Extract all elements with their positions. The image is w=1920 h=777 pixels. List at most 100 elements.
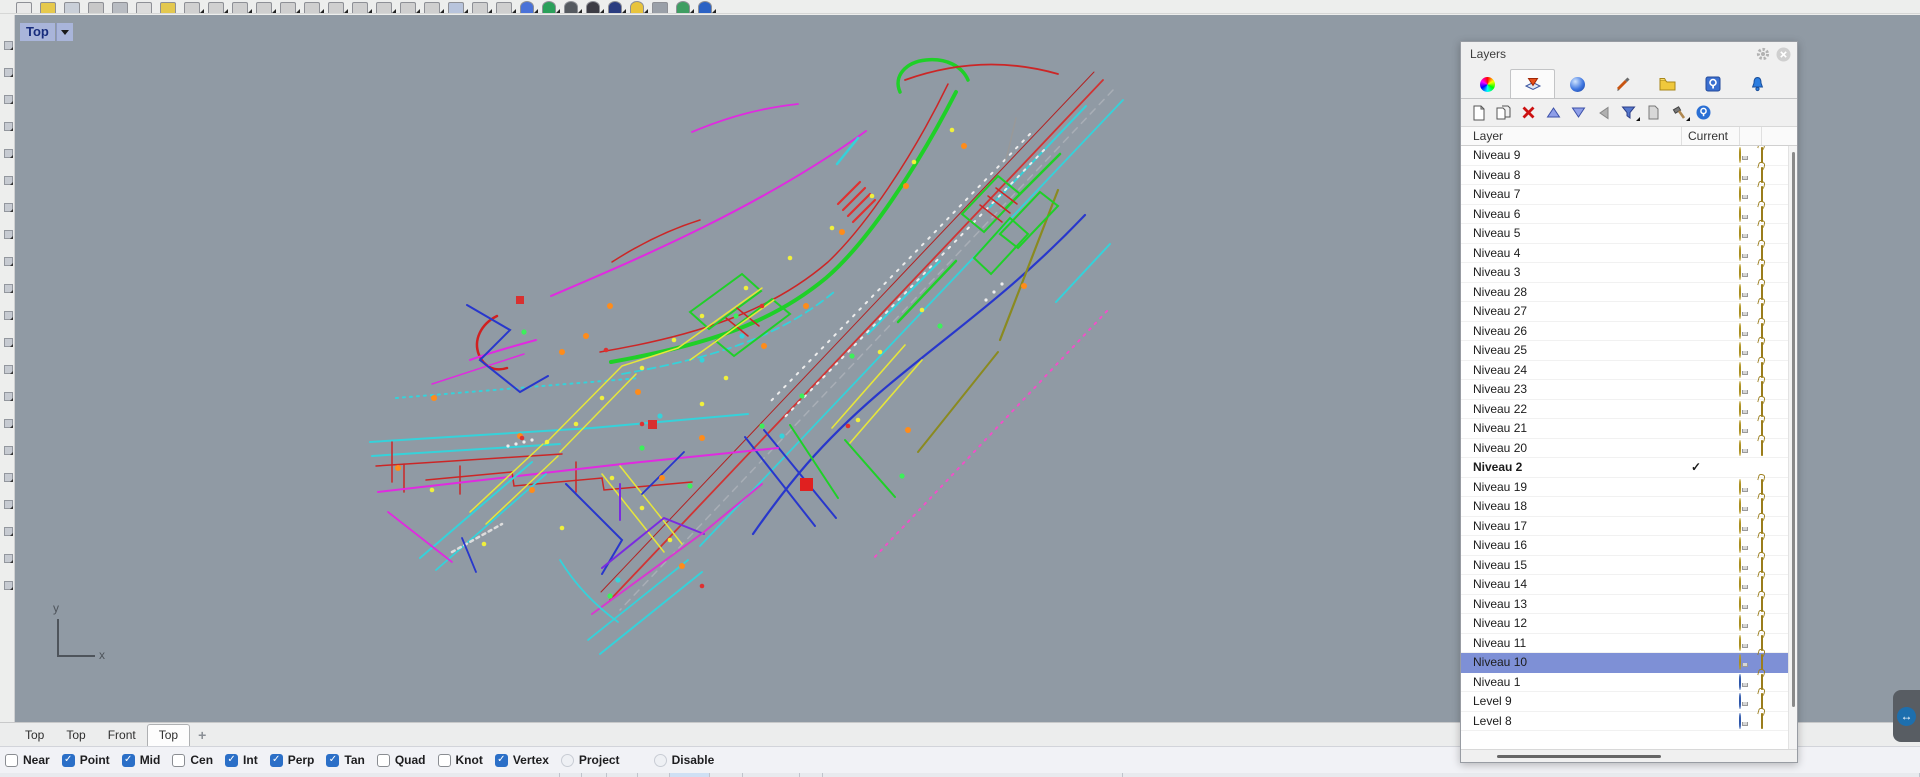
layer-visibility-bulb-icon[interactable] <box>1739 576 1741 593</box>
layer-visibility-bulb-icon[interactable] <box>1739 439 1741 456</box>
layer-visibility-bulb-icon[interactable] <box>1739 205 1741 222</box>
layer-name[interactable]: Niveau 10 <box>1461 655 1681 669</box>
layer-name[interactable]: Niveau 28 <box>1461 285 1681 299</box>
left-toolbar-icon[interactable] <box>4 311 13 320</box>
checkbox-knot[interactable] <box>437 753 451 767</box>
layer-name[interactable]: Niveau 14 <box>1461 577 1681 591</box>
shaded-view-icon[interactable] <box>520 1 538 13</box>
tab-folder[interactable] <box>1645 69 1690 98</box>
layer-row[interactable]: Niveau 6 <box>1461 205 1797 224</box>
layer-name[interactable]: Niveau 25 <box>1461 343 1681 357</box>
teamviewer-edge-tab[interactable]: ↔ <box>1893 690 1920 742</box>
layer-row[interactable]: Niveau 25 <box>1461 341 1797 361</box>
layer-visibility-bulb-icon[interactable] <box>1739 186 1741 203</box>
new-file-icon[interactable] <box>16 2 32 13</box>
layer-visibility-bulb-icon[interactable] <box>1739 654 1741 671</box>
rotate-icon[interactable] <box>328 2 348 13</box>
layer-row[interactable]: Niveau 26 <box>1461 322 1797 341</box>
layer-visibility-bulb-icon[interactable] <box>1739 166 1741 183</box>
layer-row[interactable]: Niveau 24 <box>1461 361 1797 380</box>
mirror-icon[interactable] <box>376 2 396 13</box>
viewport-tab-top-0[interactable]: Top <box>14 725 55 746</box>
checkbox-int[interactable]: ✓ <box>225 753 239 767</box>
checkbox-cen[interactable] <box>172 753 186 767</box>
layer-row[interactable]: Niveau 4 <box>1461 244 1797 263</box>
layer-name[interactable]: Niveau 12 <box>1461 616 1681 630</box>
copy-icon[interactable] <box>136 2 152 13</box>
scrollbar-thumb[interactable] <box>1792 152 1795 707</box>
tab-layers[interactable] <box>1510 69 1555 98</box>
layer-row[interactable]: Niveau 12 <box>1461 614 1797 634</box>
add-viewport-tab-button[interactable]: + <box>190 725 214 746</box>
layer-name[interactable]: Level 9 <box>1461 694 1681 708</box>
left-toolbar-icon[interactable] <box>4 176 13 185</box>
layer-tools-icon[interactable] <box>1669 104 1690 122</box>
layer-name[interactable]: Niveau 26 <box>1461 324 1681 338</box>
checkbox-mid[interactable]: ✓ <box>121 753 135 767</box>
layer-row[interactable]: Niveau 11 <box>1461 634 1797 653</box>
checkbox-perp[interactable]: ✓ <box>269 753 283 767</box>
layer-row[interactable]: Niveau 19 <box>1461 478 1797 497</box>
layer-row[interactable]: Niveau 10 <box>1461 653 1797 673</box>
checkbox-tan[interactable]: ✓ <box>326 753 340 767</box>
layer-name[interactable]: Niveau 16 <box>1461 538 1681 552</box>
left-toolbar-icon[interactable] <box>4 500 13 509</box>
viewport-tab-front-2[interactable]: Front <box>97 725 147 746</box>
current-layer-check[interactable]: ✓ <box>1681 460 1739 474</box>
layer-visibility-bulb-icon[interactable] <box>1739 615 1741 632</box>
rendered-view-icon[interactable] <box>542 1 560 13</box>
layer-visibility-bulb-icon[interactable] <box>1739 693 1741 710</box>
trim-icon[interactable] <box>424 2 444 13</box>
vertical-scrollbar[interactable] <box>1788 146 1797 749</box>
collapse-icon[interactable] <box>1594 104 1613 122</box>
left-toolbar-icon[interactable] <box>4 284 13 293</box>
left-toolbar-icon[interactable] <box>4 95 13 104</box>
left-toolbar-icon[interactable] <box>4 365 13 374</box>
match-layer-icon[interactable] <box>1644 104 1663 122</box>
move-icon[interactable] <box>304 2 324 13</box>
viewport-menu-caret[interactable] <box>55 23 73 41</box>
layer-visibility-bulb-icon[interactable] <box>1739 283 1741 300</box>
left-toolbar-icon[interactable] <box>4 527 13 536</box>
layer-name[interactable]: Niveau 6 <box>1461 207 1681 221</box>
filter-icon[interactable] <box>1619 104 1640 122</box>
osnap-disable[interactable]: Disable <box>653 753 714 767</box>
left-toolbar-icon[interactable] <box>4 473 13 482</box>
checkbox-point[interactable]: ✓ <box>61 753 75 767</box>
layer-row[interactable]: Niveau 8 <box>1461 166 1797 185</box>
layer-name[interactable]: Niveau 4 <box>1461 246 1681 260</box>
left-toolbar-icon[interactable] <box>4 257 13 266</box>
left-toolbar-icon[interactable] <box>4 554 13 563</box>
osnap-perp[interactable]: ✓ Perp <box>269 753 314 767</box>
layer-row[interactable]: Niveau 17 <box>1461 517 1797 536</box>
hide-icon[interactable] <box>280 2 300 13</box>
layer-name[interactable]: Niveau 2 <box>1461 460 1681 474</box>
layer-name[interactable]: Niveau 17 <box>1461 519 1681 533</box>
layer-row[interactable]: Niveau 7 <box>1461 185 1797 205</box>
tab-pen[interactable] <box>1600 69 1645 98</box>
layer-visibility-bulb-icon[interactable] <box>1739 303 1741 320</box>
earth-icon[interactable] <box>676 1 694 13</box>
layer-row[interactable]: Niveau 1 <box>1461 673 1797 692</box>
layer-visibility-bulb-icon[interactable] <box>1739 420 1741 437</box>
left-toolbar-icon[interactable] <box>4 149 13 158</box>
checkbox-project[interactable] <box>560 753 574 767</box>
layer-visibility-bulb-icon[interactable] <box>1739 673 1741 690</box>
layer-row[interactable]: Niveau 15 <box>1461 556 1797 575</box>
pan-icon[interactable] <box>472 2 492 13</box>
layer-visibility-bulb-icon[interactable] <box>1739 225 1741 242</box>
layer-visibility-bulb-icon[interactable] <box>1739 498 1741 515</box>
lasso-icon[interactable] <box>256 2 276 13</box>
layer-visibility-bulb-icon[interactable] <box>1739 400 1741 417</box>
join-icon[interactable] <box>400 2 420 13</box>
checkbox-disable[interactable] <box>653 753 667 767</box>
layer-lock-icon[interactable] <box>1761 712 1763 729</box>
left-toolbar-icon[interactable] <box>4 230 13 239</box>
layer-name[interactable]: Niveau 22 <box>1461 402 1681 416</box>
new-layer-icon[interactable] <box>1469 104 1488 122</box>
layer-row[interactable]: Niveau 14 <box>1461 575 1797 595</box>
left-toolbar-icon[interactable] <box>4 122 13 131</box>
scrollbar-thumb[interactable] <box>1497 755 1661 758</box>
layer-lock-icon[interactable] <box>1761 439 1763 456</box>
layer-visibility-bulb-icon[interactable] <box>1739 244 1741 261</box>
